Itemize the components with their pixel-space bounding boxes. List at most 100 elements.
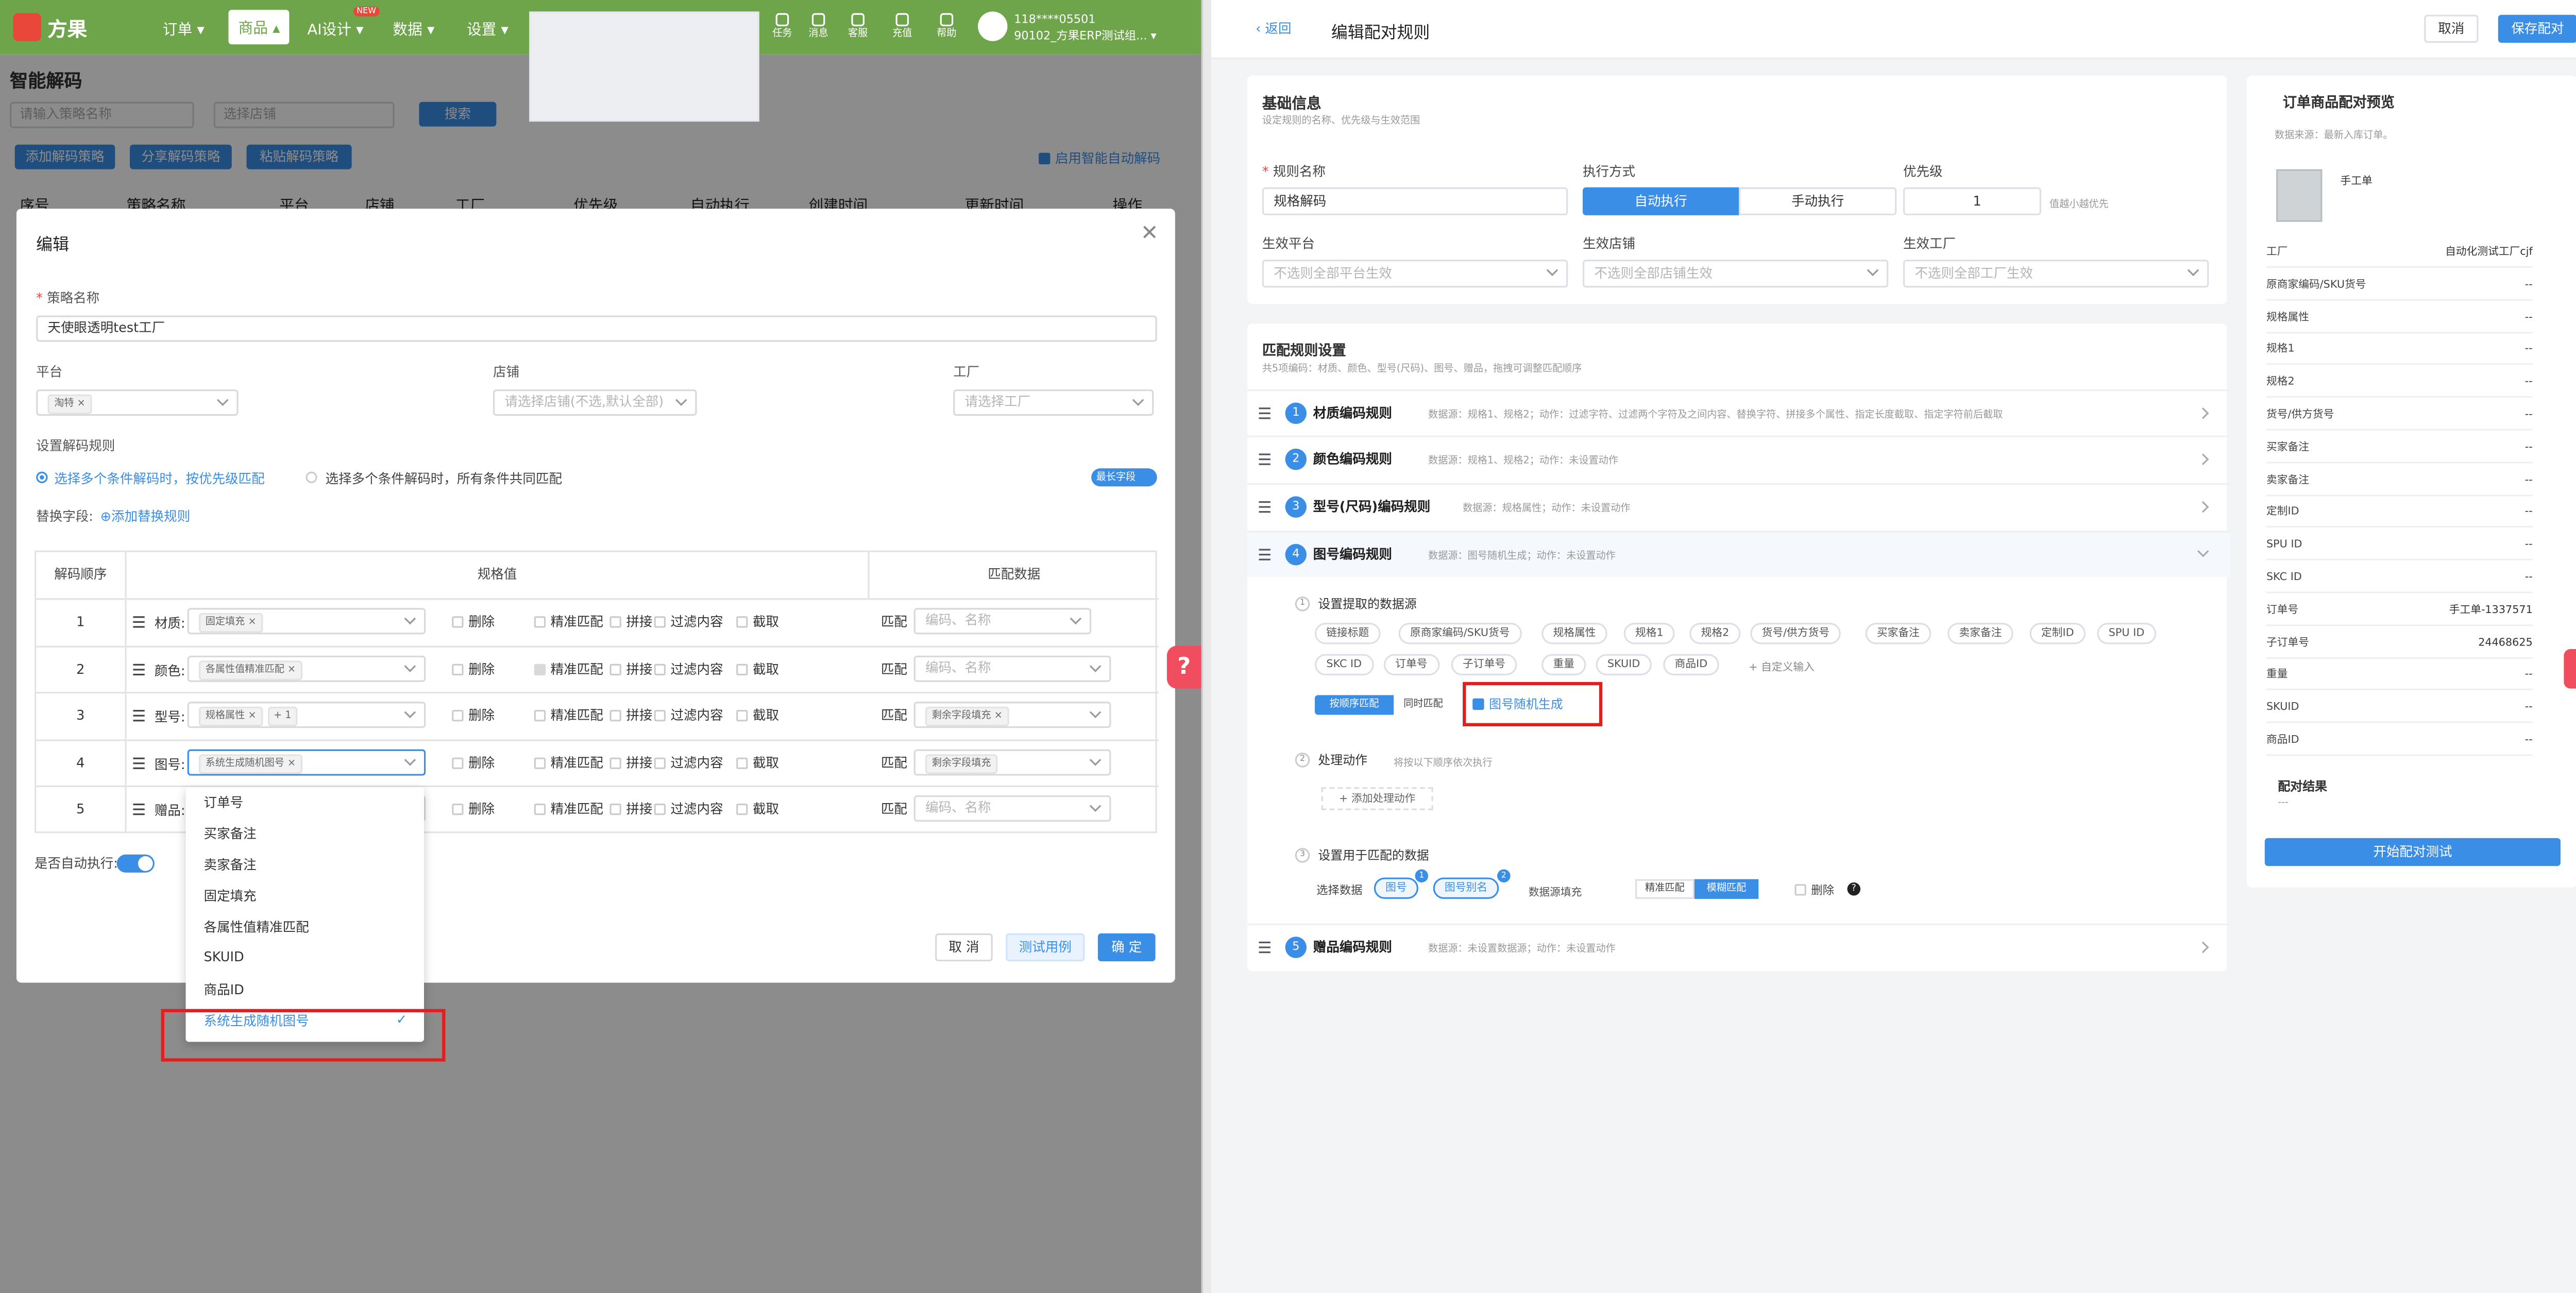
option-checkbox[interactable]: 截取 (736, 600, 779, 645)
option-checkbox[interactable]: 拼接 (609, 646, 652, 692)
row-source-select[interactable]: 各属性值精准匹配 × (187, 655, 426, 682)
shop-select[interactable]: 不选则全部店铺生效 (1582, 260, 1889, 288)
cancel-button[interactable]: 取消 (2424, 14, 2479, 43)
rule-option-2-radio[interactable] (306, 471, 317, 483)
priority-stepper[interactable]: 1 (1903, 187, 2041, 215)
option-checkbox[interactable]: 截取 (736, 693, 779, 739)
tool-tasks[interactable]: 任务 (762, 13, 802, 41)
drag-handle-icon[interactable] (133, 616, 145, 628)
simultaneous-match-button[interactable]: 同时匹配 (1394, 695, 1453, 714)
option-checkbox[interactable]: 截取 (736, 740, 779, 786)
save-match-button[interactable]: 保存配对 (2498, 14, 2576, 43)
question-icon[interactable]: ? (1847, 882, 1861, 896)
source-chip[interactable]: 规格2 (1689, 623, 1741, 644)
option-checkbox[interactable]: 拼接 (609, 787, 652, 833)
option-checkbox[interactable]: 过滤内容 (654, 693, 723, 739)
add-action-button[interactable]: + 添加处理动作 (1321, 787, 1433, 810)
option-checkbox[interactable]: 删除 (452, 787, 495, 833)
auto-exec-toggle[interactable] (116, 854, 155, 873)
source-chip[interactable]: 卖家备注 (1947, 623, 2013, 644)
rule-option-1-label[interactable]: 选择多个条件解码时，按优先级匹配 (54, 470, 264, 488)
avatar[interactable] (978, 11, 1008, 41)
dropdown-item[interactable]: 订单号 (204, 794, 244, 812)
exact-match-button[interactable]: 精准匹配 (1635, 879, 1694, 899)
source-chip[interactable]: 货号/供方货号 (1750, 623, 1841, 644)
source-chip[interactable]: 定制ID (2029, 623, 2086, 644)
match-data-select[interactable]: 编码、名称 (913, 608, 1092, 635)
test-case-button[interactable]: 测试用例 (1006, 933, 1085, 962)
drag-handle-icon[interactable] (1259, 941, 1270, 954)
drag-handle-icon[interactable] (133, 663, 145, 675)
source-chip[interactable]: SKC ID (1315, 654, 1374, 676)
match-data-select[interactable]: 编码、名称 (913, 795, 1111, 822)
match-data-select[interactable]: 编码、名称 (913, 655, 1111, 682)
strategy-name-input[interactable]: 天使眼透明test工厂 (36, 315, 1157, 342)
cancel-button[interactable]: 取 消 (935, 933, 993, 962)
platform-select[interactable]: 不选则全部平台生效 (1262, 260, 1568, 288)
rule-option-1-radio[interactable] (36, 471, 48, 483)
source-chip[interactable]: SPU ID (2097, 623, 2156, 644)
drag-handle-icon[interactable] (1259, 501, 1270, 513)
row-source-select[interactable]: 固定填充 × (187, 608, 426, 635)
source-chip[interactable]: 原商家编码/SKU货号 (1398, 623, 1521, 644)
nav-products[interactable]: 商品 ▴ (228, 10, 290, 45)
source-chip[interactable]: 子订单号 (1451, 654, 1517, 676)
rule-figure-number[interactable]: 4 图号编码规则 数据源：图号随机生成；动作：未设置动作 (1247, 531, 2230, 577)
drag-handle-icon[interactable] (133, 756, 145, 769)
option-checkbox[interactable]: 拼接 (609, 600, 652, 645)
option-checkbox[interactable]: 拼接 (609, 693, 652, 739)
user-account[interactable]: 118****05501 (1014, 13, 1095, 27)
source-chip[interactable]: SKUID (1596, 654, 1652, 676)
option-checkbox[interactable]: 精准匹配 (534, 693, 603, 739)
rule-material[interactable]: 1 材质编码规则 数据源：规格1、规格2；动作：过滤字符、过滤两个字符及之间内容、替… (1247, 389, 2230, 435)
exec-auto-button[interactable]: 自动执行 (1582, 187, 1739, 215)
exec-manual-button[interactable]: 手动执行 (1739, 187, 1897, 215)
tool-service[interactable]: 客服 (838, 13, 878, 41)
user-company[interactable]: 90102_方果ERP测试组... ▾ (1014, 28, 1157, 44)
start-match-test-button[interactable]: 开始配对测试 (2264, 838, 2561, 866)
factory-select[interactable]: 不选则全部工厂生效 (1903, 260, 2209, 288)
help-float-icon[interactable]: ? (1166, 645, 1201, 689)
source-chip[interactable]: 订单号 (1383, 654, 1439, 676)
option-checkbox[interactable]: 过滤内容 (654, 740, 723, 786)
delete-checkbox[interactable]: 删除 (1794, 882, 1834, 899)
nav-orders[interactable]: 订单 ▾ (163, 18, 205, 40)
option-checkbox[interactable]: 截取 (736, 646, 779, 692)
option-checkbox[interactable]: 过滤内容 (654, 787, 723, 833)
rule-name-input[interactable]: 规格解码 (1262, 187, 1568, 215)
back-link[interactable]: ‹ 返回 (1256, 20, 1291, 38)
source-chip[interactable]: 买家备注 (1865, 623, 1931, 644)
nav-settings[interactable]: 设置 ▾ (467, 18, 509, 40)
row-source-select[interactable]: 规格属性 × + 1 (187, 702, 426, 728)
option-checkbox[interactable]: 删除 (452, 740, 495, 786)
factory-select[interactable]: 请选择工厂 (953, 389, 1154, 416)
fuzzy-match-button[interactable]: 模糊匹配 (1694, 879, 1759, 899)
source-chip[interactable]: 商品ID (1663, 654, 1719, 676)
custom-input-link[interactable]: + 自定义输入 (1749, 657, 1815, 674)
dropdown-item[interactable]: 各属性值精准匹配 (204, 918, 309, 937)
rule-color[interactable]: 2 颜色编码规则 数据源：规格1、规格2；动作：未设置动作 (1247, 435, 2230, 481)
dropdown-item[interactable]: 商品ID (204, 981, 244, 999)
option-checkbox[interactable]: 精准匹配 (534, 740, 603, 786)
confirm-button[interactable]: 确 定 (1097, 933, 1156, 962)
source-chip[interactable]: 规格1 (1623, 623, 1675, 644)
shop-select[interactable]: 请选择店铺(不选,默认全部) (493, 389, 697, 416)
dropdown-item[interactable]: 买家备注 (204, 825, 257, 843)
rule-model[interactable]: 3 型号(尺码)编码规则 数据源：规格属性；动作：未设置动作 (1247, 483, 2230, 529)
match-chip-figure[interactable]: 图号 (1374, 877, 1418, 899)
option-checkbox[interactable]: 截取 (736, 787, 779, 833)
tool-help[interactable]: 帮助 (927, 13, 967, 41)
close-icon[interactable]: ✕ (1141, 222, 1159, 247)
order-match-button[interactable]: 按顺序匹配 (1315, 695, 1394, 715)
dropdown-item[interactable]: SKUID (204, 950, 244, 965)
match-chip-figure-alias[interactable]: 图号别名 (1433, 877, 1499, 899)
add-replace-rule-link[interactable]: ⊕添加替换规则 (100, 508, 191, 526)
option-checkbox[interactable]: 精准匹配 (534, 646, 603, 692)
drag-handle-icon[interactable] (1259, 407, 1270, 419)
option-checkbox[interactable]: 过滤内容 (654, 600, 723, 645)
match-data-select[interactable]: 剩余字段填充 × (913, 702, 1111, 728)
drag-handle-icon[interactable] (133, 710, 145, 722)
rule-option-2-label[interactable]: 选择多个条件解码时，所有条件共同匹配 (326, 470, 562, 488)
drag-handle-icon[interactable] (133, 803, 145, 815)
dropdown-item[interactable]: 固定填充 (204, 888, 257, 906)
